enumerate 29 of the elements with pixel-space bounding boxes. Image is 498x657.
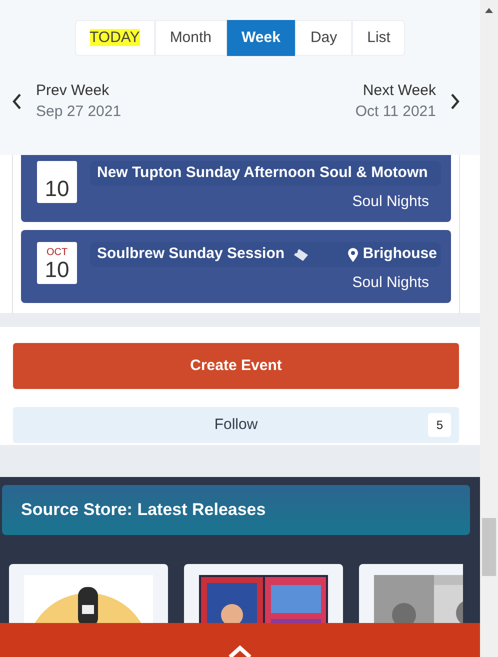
event-category: Soul Nights [351, 192, 430, 212]
event-category: Soul Nights [351, 273, 430, 293]
event-title: Soulbrew Sunday Session [97, 244, 285, 264]
product-card[interactable] [9, 564, 168, 623]
event-day: 10 [44, 177, 70, 201]
create-event-button[interactable]: Create Event [13, 343, 459, 389]
product-card[interactable] [184, 564, 343, 623]
event-month: OCT [46, 247, 68, 258]
event-title: New Tupton Sunday Afternoon Soul & Motown [97, 163, 428, 184]
map-pin-icon [348, 248, 358, 262]
chevron-right-icon [450, 92, 460, 110]
event-day: 10 [44, 258, 70, 282]
scrollbar[interactable] [480, 0, 498, 657]
scrollbar-thumb[interactable] [482, 518, 496, 576]
chevron-left-icon [12, 92, 22, 110]
prev-week-link[interactable]: Prev Week Sep 27 2021 [12, 80, 122, 122]
event-item[interactable]: 10 New Tupton Sunday Afternoon Soul & Motown Soul Nights [21, 155, 451, 222]
store-title: Source Store: Latest Releases [21, 499, 266, 522]
event-location: Brighouse [362, 244, 437, 264]
view-tab[interactable]: Month [154, 20, 227, 56]
event-item[interactable]: OCT 10 Soulbrew Sunday Session Brighouse Soul Nights [21, 230, 451, 303]
follower-count: 5 [428, 413, 451, 437]
follow-button[interactable]: Follow 5 [13, 407, 459, 443]
chevron-up-icon[interactable] [227, 645, 253, 657]
view-tab[interactable]: Day [295, 20, 352, 56]
next-week-link[interactable]: Next Week Oct 11 2021 [355, 80, 460, 122]
scroll-up-icon[interactable] [485, 8, 493, 13]
view-tab[interactable]: List [352, 20, 406, 56]
view-tab[interactable]: Week [226, 20, 296, 56]
